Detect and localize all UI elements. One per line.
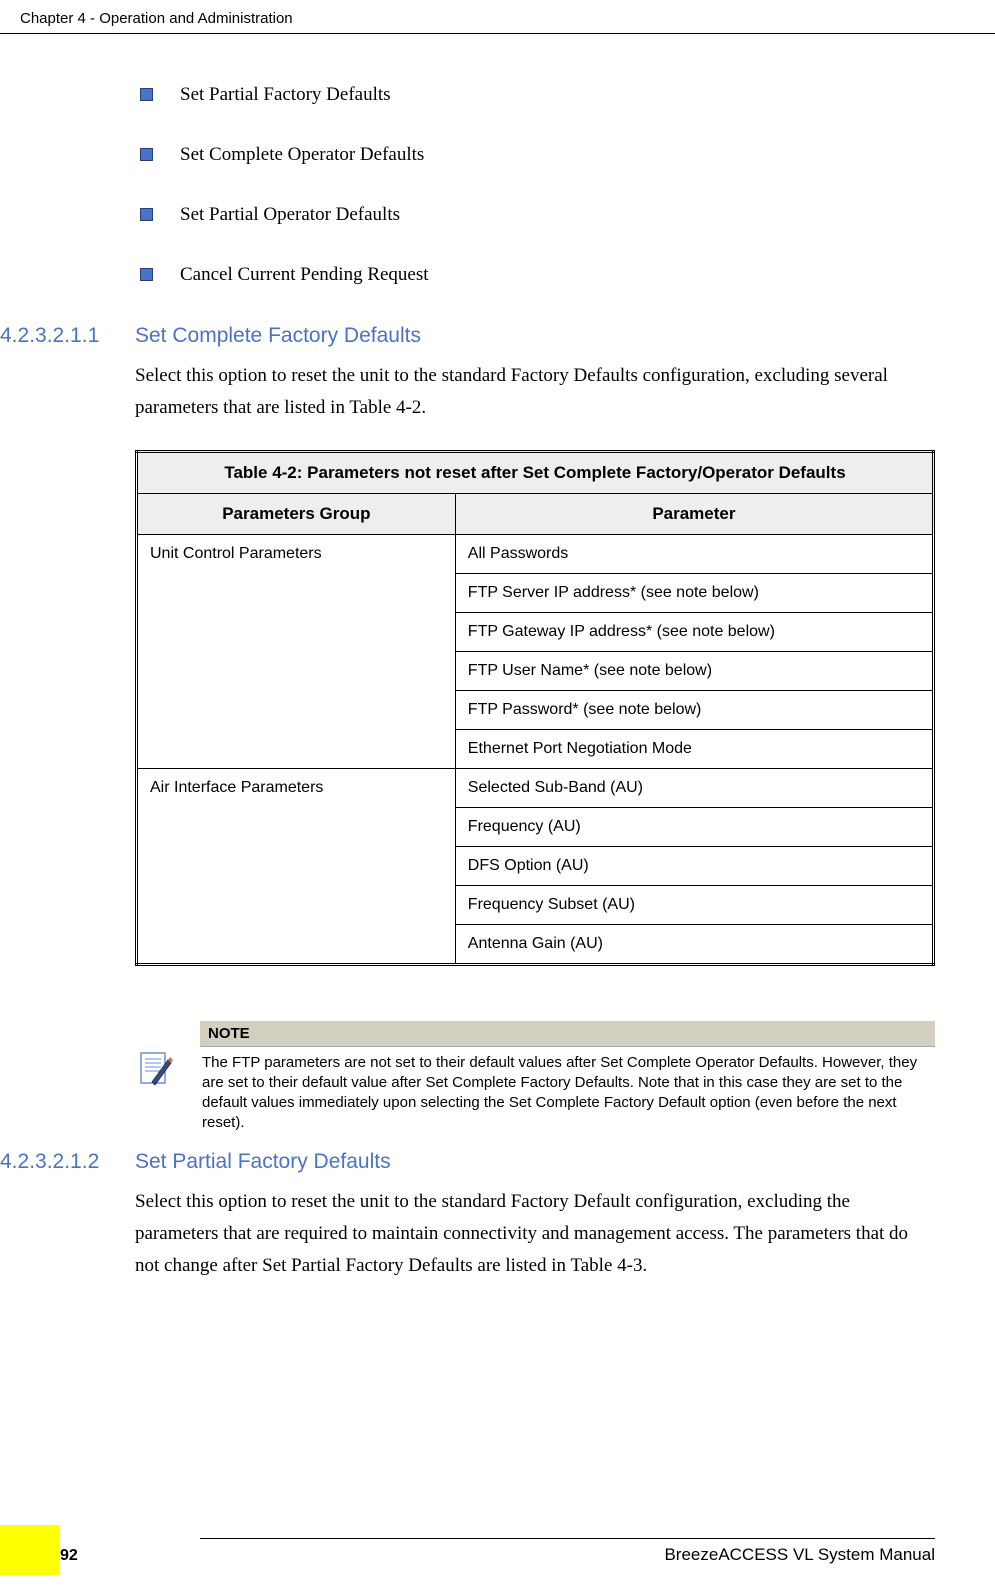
section-body: Select this option to reset the unit to … [135,1186,935,1283]
page-header: Chapter 4 - Operation and Administration [0,0,995,34]
section-number: 4.2.3.2.1.1 [0,324,135,348]
list-item: Set Complete Operator Defaults [140,144,935,166]
page-number: 92 [60,1547,78,1565]
note-header: NOTE [200,1021,935,1047]
table-group-cell: Unit Control Parameters [137,534,456,768]
table-cell: Frequency Subset (AU) [455,885,933,924]
chapter-title: Chapter 4 - Operation and Administration [20,10,293,27]
section-body: Select this option to reset the unit to … [135,360,935,425]
table-cell: FTP Server IP address* (see note below) [455,573,933,612]
list-item: Set Partial Factory Defaults [140,84,935,106]
list-item-text: Set Partial Operator Defaults [180,204,400,225]
section-title: Set Complete Factory Defaults [135,324,421,348]
note-content: NOTE The FTP parameters are not set to t… [200,1021,935,1140]
footer-divider [200,1538,935,1539]
page-footer: 92 BreezeACCESS VL System Manual [0,1538,995,1565]
section-title: Set Partial Factory Defaults [135,1150,391,1174]
list-item-text: Set Partial Factory Defaults [180,84,391,105]
table-column-header: Parameter [455,493,933,534]
table-cell: DFS Option (AU) [455,846,933,885]
section-heading: 4.2.3.2.1.1 Set Complete Factory Default… [60,324,935,348]
table-cell: All Passwords [455,534,933,573]
table-cell: Selected Sub-Band (AU) [455,768,933,807]
table-cell: FTP User Name* (see note below) [455,651,933,690]
list-item-text: Cancel Current Pending Request [180,264,429,285]
list-item: Set Partial Operator Defaults [140,204,935,226]
table-cell: FTP Password* (see note below) [455,690,933,729]
note-body: The FTP parameters are not set to their … [200,1047,935,1140]
table-cell: Antenna Gain (AU) [455,924,933,964]
table-cell: Frequency (AU) [455,807,933,846]
table-cell: FTP Gateway IP address* (see note below) [455,612,933,651]
list-item: Cancel Current Pending Request [140,264,935,286]
note-icon [135,1049,175,1089]
list-item-text: Set Complete Operator Defaults [180,144,424,165]
table-cell: Ethernet Port Negotiation Mode [455,729,933,768]
page-content: Set Partial Factory Defaults Set Complet… [0,34,995,1282]
table-caption: Table 4-2: Parameters not reset after Se… [137,451,934,493]
manual-title: BreezeACCESS VL System Manual [78,1545,935,1565]
parameters-table-wrap: Table 4-2: Parameters not reset after Se… [135,450,935,966]
defaults-options-list: Set Partial Factory Defaults Set Complet… [60,84,935,286]
parameters-table: Table 4-2: Parameters not reset after Se… [135,450,935,966]
table-group-cell: Air Interface Parameters [137,768,456,964]
note-block: NOTE The FTP parameters are not set to t… [135,1021,935,1140]
table-column-header: Parameters Group [137,493,456,534]
section-heading: 4.2.3.2.1.2 Set Partial Factory Defaults [60,1150,935,1174]
note-icon-cell [135,1021,185,1089]
section-number: 4.2.3.2.1.2 [0,1150,135,1174]
